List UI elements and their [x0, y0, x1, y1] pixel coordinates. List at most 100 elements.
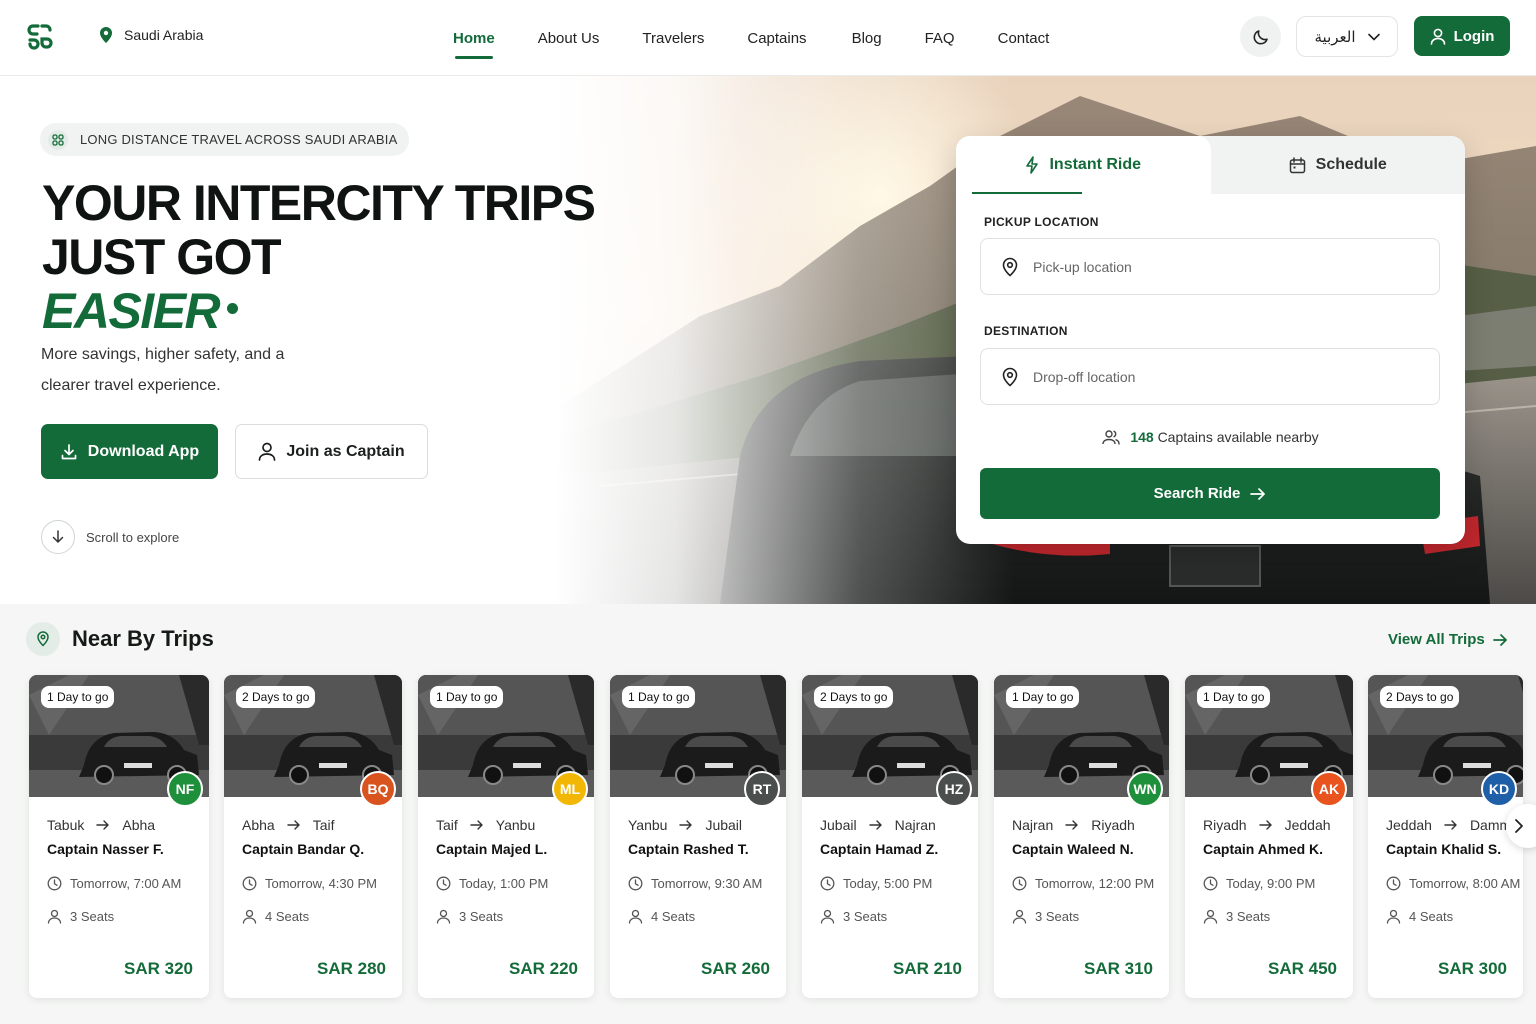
moon-icon — [1253, 29, 1268, 44]
route-from: Yanbu — [628, 817, 668, 833]
trip-price: SAR 220 — [509, 959, 578, 978]
trip-time: Today, 5:00 PM — [820, 876, 932, 891]
view-all-label: View All Trips — [1388, 631, 1485, 648]
language-label: العربية — [1314, 28, 1356, 46]
map-pin-icon — [1002, 367, 1018, 387]
arrow-right-icon — [1492, 633, 1507, 646]
trip-seats-text: 4 Seats — [265, 909, 310, 924]
days-to-go-badge: 1 Day to go — [1006, 686, 1080, 708]
trip-time-text: Tomorrow, 7:00 AM — [70, 876, 182, 891]
trip-price: SAR 260 — [701, 959, 770, 978]
seat-user-icon — [820, 909, 835, 924]
map-pin-icon — [1002, 257, 1018, 277]
route-to: Damm — [1469, 817, 1512, 833]
pickup-label: PICKUP LOCATION — [984, 215, 1099, 229]
nav-captains-link[interactable]: Captains — [747, 0, 806, 76]
captain-name: Captain Hamad Z. — [820, 841, 939, 857]
trip-seats: 3 Seats — [436, 909, 503, 924]
captains-text: Captains available nearby — [1157, 429, 1319, 445]
nav-faq-link[interactable]: FAQ — [925, 0, 955, 76]
trip-seats-text: 4 Seats — [1409, 909, 1454, 924]
trip-card[interactable]: 1 Day to go RT Yanbu Jubail Captain Rash… — [610, 675, 786, 998]
tab-instant-ride[interactable]: Instant Ride — [956, 136, 1211, 194]
trip-route: Riyadh Jeddah — [1203, 817, 1331, 833]
trip-time: Tomorrow, 4:30 PM — [242, 876, 377, 891]
nav-contact-link[interactable]: Contact — [998, 0, 1050, 76]
captain-avatar: HZ — [936, 771, 972, 807]
captain-name: Captain Khalid S. — [1386, 841, 1502, 857]
trip-route: Najran Riyadh — [1012, 817, 1135, 833]
login-label: Login — [1453, 27, 1495, 45]
user-icon — [1430, 28, 1445, 45]
trip-card[interactable]: 1 Day to go NF Tabuk Abha Captain Nasser… — [29, 675, 209, 998]
captain-name: Captain Rashed T. — [628, 841, 749, 857]
nav-about-link[interactable]: About Us — [538, 0, 600, 76]
search-ride-label: Search Ride — [1153, 485, 1241, 502]
clock-icon — [1012, 876, 1027, 891]
hero-title-line2: JUST GOT — [42, 229, 282, 285]
trips-title: Near By Trips — [72, 626, 214, 651]
seat-user-icon — [628, 909, 643, 924]
trip-time: Tomorrow, 12:00 PM — [1012, 876, 1154, 891]
join-captain-button[interactable]: Join as Captain — [235, 424, 428, 479]
language-selector[interactable]: العربية — [1296, 16, 1398, 57]
hero-subtitle: More savings, higher safety, and a clear… — [41, 346, 285, 394]
nav-home-link[interactable]: Home — [453, 0, 495, 76]
trips-header: Near By Trips — [26, 622, 214, 656]
route-from: Taif — [436, 817, 458, 833]
hero-badge-text: LONG DISTANCE TRAVEL ACROSS SAUDI ARABIA — [80, 132, 398, 147]
destination-label: DESTINATION — [984, 324, 1068, 338]
trip-price: SAR 280 — [317, 959, 386, 978]
trip-seats-text: 3 Seats — [459, 909, 504, 924]
trip-price: SAR 450 — [1268, 959, 1337, 978]
pickup-input[interactable]: Pick-up location — [980, 238, 1440, 295]
route-from: Abha — [242, 817, 275, 833]
trip-card[interactable]: 2 Days to go HZ Jubail Najran Captain Ha… — [802, 675, 978, 998]
download-app-button[interactable]: Download App — [41, 424, 218, 479]
trip-price: SAR 310 — [1084, 959, 1153, 978]
theme-toggle-button[interactable] — [1240, 16, 1281, 57]
captain-name: Captain Majed L. — [436, 841, 548, 857]
search-ride-button[interactable]: Search Ride — [980, 468, 1440, 519]
nav-travelers-link[interactable]: Travelers — [642, 0, 704, 76]
route-from: Jubail — [820, 817, 857, 833]
route-to: Taif — [312, 817, 335, 833]
trip-card[interactable]: 2 Days to go KD Jeddah Damm Captain Khal… — [1368, 675, 1523, 998]
trip-seats: 3 Seats — [1012, 909, 1079, 924]
hero-title-line1: YOUR INTERCITY TRIPS — [42, 175, 596, 231]
pickup-placeholder: Pick-up location — [1033, 258, 1132, 275]
booking-card: Instant Ride Schedule PICKUP LOCATION Pi… — [956, 136, 1465, 544]
captain-avatar: WN — [1127, 771, 1163, 807]
arrow-right-icon — [1250, 487, 1266, 500]
trip-card[interactable]: 1 Day to go ML Taif Yanbu Captain Majed … — [418, 675, 594, 998]
arrow-right-icon — [1258, 820, 1273, 830]
seat-user-icon — [242, 909, 257, 924]
lightning-icon — [1026, 156, 1039, 174]
tab-schedule[interactable]: Schedule — [1211, 136, 1466, 194]
scroll-hint[interactable]: Scroll to explore — [41, 520, 179, 554]
trip-card[interactable]: 1 Day to go WN Najran Riyadh Captain Wal… — [994, 675, 1169, 998]
trip-route: Tabuk Abha — [47, 817, 155, 833]
seat-user-icon — [436, 909, 451, 924]
destination-input[interactable]: Drop-off location — [980, 348, 1440, 405]
trip-seats-text: 4 Seats — [651, 909, 696, 924]
route-from: Najran — [1012, 817, 1054, 833]
captain-avatar: ML — [552, 771, 588, 807]
title-dot — [227, 303, 239, 315]
login-button[interactable]: Login — [1414, 16, 1510, 56]
view-all-trips-link[interactable]: View All Trips — [1388, 631, 1508, 648]
trip-seats: 4 Seats — [1386, 909, 1453, 924]
captain-avatar: BQ — [360, 771, 396, 807]
nav-blog-link[interactable]: Blog — [852, 0, 882, 76]
hero-badge: LONG DISTANCE TRAVEL ACROSS SAUDI ARABIA — [40, 123, 410, 156]
trip-card[interactable]: 2 Days to go BQ Abha Taif Captain Bandar… — [224, 675, 402, 998]
join-captain-label: Join as Captain — [286, 442, 405, 460]
route-from: Jeddah — [1386, 817, 1432, 833]
booking-tabs: Instant Ride Schedule — [956, 136, 1465, 194]
clock-icon — [628, 876, 643, 891]
trip-card[interactable]: 1 Day to go AK Riyadh Jeddah Captain Ahm… — [1185, 675, 1353, 998]
location-selector[interactable]: Saudi Arabia — [98, 26, 203, 44]
brand-logo-icon[interactable] — [26, 22, 54, 52]
days-to-go-badge: 2 Days to go — [814, 686, 894, 708]
captain-name: Captain Waleed N. — [1012, 841, 1134, 857]
